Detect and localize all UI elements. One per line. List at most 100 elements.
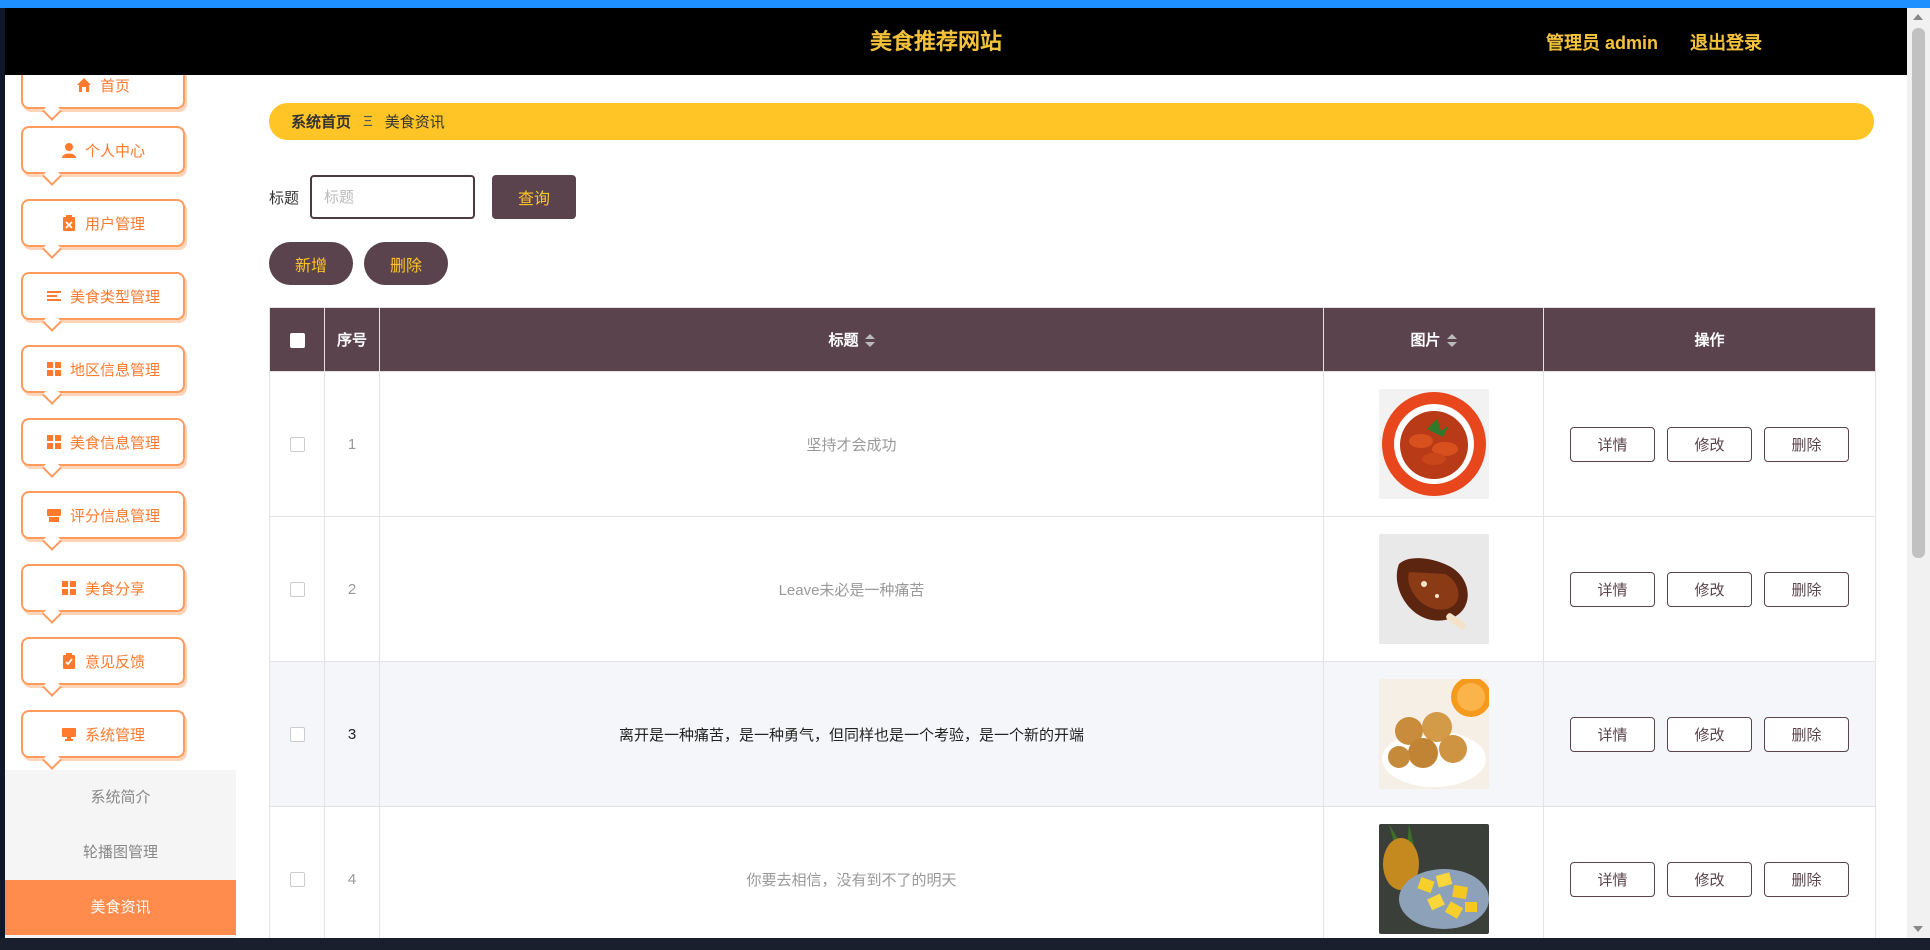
breadcrumb-home[interactable]: 系统首页	[291, 111, 351, 132]
row-image-cell	[1323, 371, 1544, 517]
system-submenu: 系统简介 轮播图管理 美食资讯	[5, 770, 236, 938]
table-row: 1 坚持才会成功 详情 修改 删除	[269, 371, 1876, 517]
row-select-cell	[269, 371, 325, 517]
sidebar-item-food-share[interactable]: 美食分享	[21, 564, 185, 624]
food-image-pineapple	[1378, 824, 1489, 934]
breadcrumb: 系统首页 Ξ 美食资讯	[269, 103, 1874, 140]
sidebar-item-label: 个人中心	[84, 142, 145, 160]
food-image-chicken-leg	[1378, 534, 1489, 644]
sidebar-item-region-management[interactable]: 地区信息管理	[21, 345, 185, 405]
query-button[interactable]: 查询	[492, 175, 576, 219]
row-actions-cell: 详情 修改 删除	[1543, 661, 1876, 807]
header-title-label: 标题	[828, 332, 859, 349]
sidebar-item-label: 美食类型管理	[69, 288, 160, 306]
sidebar-item-label: 首页	[99, 77, 130, 95]
scroll-down-icon[interactable]	[1913, 926, 1923, 932]
menu-tail	[42, 531, 62, 551]
sidebar-item-personal-center[interactable]: 个人中心	[21, 126, 185, 186]
row-select-cell	[269, 661, 325, 807]
delete-button[interactable]: 删除	[1764, 426, 1849, 462]
row-actions-cell: 详情 修改 删除	[1543, 516, 1876, 662]
menu-tail	[42, 750, 62, 770]
sidebar-item-user-management[interactable]: 用户管理	[21, 199, 185, 259]
menu-tail	[42, 604, 62, 624]
row-image-cell	[1323, 516, 1544, 662]
row-actions-cell: 详情 修改 删除	[1543, 806, 1876, 938]
header-title[interactable]: 标题	[379, 307, 1324, 372]
vertical-scrollbar[interactable]	[1907, 8, 1930, 938]
sort-icon[interactable]	[864, 334, 875, 348]
main-content: 系统首页 Ξ 美食资讯 标题 查询 新增 删除 序号 标题 图片	[236, 75, 1907, 938]
delete-button[interactable]: 删除	[1764, 571, 1849, 607]
sidebar-item-label: 地区信息管理	[69, 361, 160, 379]
sidebar-item-system-management[interactable]: 系统管理	[21, 710, 185, 770]
row-checkbox[interactable]	[289, 437, 305, 453]
sidebar-item-feedback[interactable]: 意见反馈	[21, 637, 185, 697]
delete-button[interactable]: 删除	[1764, 861, 1849, 897]
submenu-item-system-intro[interactable]: 系统简介	[5, 770, 236, 825]
sidebar-item-label: 美食分享	[84, 580, 145, 598]
batch-delete-button[interactable]: 删除	[364, 242, 448, 285]
search-input[interactable]	[310, 175, 475, 219]
sidebar-item-label: 系统管理	[84, 726, 145, 744]
user-icon	[61, 143, 76, 158]
logout-link[interactable]: 退出登录	[1690, 29, 1762, 55]
table-row: 4 你要去相信，没有到不了的明天 详情 修改 删除	[269, 806, 1876, 938]
select-all-checkbox[interactable]	[289, 332, 305, 348]
row-checkbox[interactable]	[289, 582, 305, 598]
grid-icon	[46, 435, 61, 449]
grid-icon	[46, 362, 61, 376]
menu-tail	[42, 239, 62, 259]
header-actions: 操作	[1543, 307, 1876, 372]
table-header-row: 序号 标题 图片 操作	[269, 307, 1876, 372]
search-label: 标题	[269, 190, 300, 207]
grid-icon	[61, 581, 76, 595]
delete-button[interactable]: 删除	[1764, 716, 1849, 752]
sort-icon[interactable]	[1446, 334, 1457, 348]
menu-tail	[42, 677, 62, 697]
food-image-fried-balls	[1378, 679, 1489, 789]
food-image-shrimp	[1378, 389, 1489, 499]
header-image-label: 图片	[1410, 332, 1441, 349]
row-title: 坚持才会成功	[379, 371, 1324, 517]
header-index: 序号	[324, 307, 380, 372]
row-title: Leave未必是一种痛苦	[379, 516, 1324, 662]
row-select-cell	[269, 516, 325, 662]
sidebar-item-rating-management[interactable]: 评分信息管理	[21, 491, 185, 551]
sidebar-item-food-info-management[interactable]: 美食信息管理	[21, 418, 185, 478]
submenu-item-food-news[interactable]: 美食资讯	[5, 880, 236, 935]
detail-button[interactable]: 详情	[1570, 571, 1655, 607]
detail-button[interactable]: 详情	[1570, 716, 1655, 752]
menu-tail	[42, 101, 62, 121]
sidebar-item-home[interactable]: 首页	[21, 75, 185, 121]
edit-button[interactable]: 修改	[1667, 716, 1752, 752]
scroll-thumb[interactable]	[1912, 28, 1925, 558]
edit-button[interactable]: 修改	[1667, 861, 1752, 897]
clipboard-x-icon	[62, 215, 75, 231]
detail-button[interactable]: 详情	[1570, 426, 1655, 462]
edit-button[interactable]: 修改	[1667, 426, 1752, 462]
top-header: 美食推荐网站 管理员 admin 退出登录	[5, 8, 1907, 75]
browser-window: 美食推荐网站 管理员 admin 退出登录 首页 个人中心 用户管理 美食类型管…	[5, 8, 1907, 938]
row-checkbox[interactable]	[289, 727, 305, 743]
row-index: 2	[324, 516, 380, 662]
monitor-icon	[61, 728, 76, 741]
menu-tail	[42, 385, 62, 405]
admin-label: 管理员 admin	[1545, 32, 1658, 53]
menu-tail	[42, 458, 62, 478]
news-table: 序号 标题 图片 操作 1 坚持才会成功 详情 修改 删除 2 Leave未必是…	[269, 307, 1876, 938]
clipboard-check-icon	[62, 653, 75, 669]
edit-button[interactable]: 修改	[1667, 571, 1752, 607]
sidebar-item-food-type-management[interactable]: 美食类型管理	[21, 272, 185, 332]
submenu-item-carousel-management[interactable]: 轮播图管理	[5, 825, 236, 880]
window-top-border	[0, 0, 1930, 8]
detail-button[interactable]: 详情	[1570, 861, 1655, 897]
row-index: 1	[324, 371, 380, 517]
row-checkbox[interactable]	[289, 872, 305, 888]
row-index: 4	[324, 806, 380, 938]
header-image[interactable]: 图片	[1323, 307, 1544, 372]
add-button[interactable]: 新增	[269, 242, 353, 285]
scroll-up-icon[interactable]	[1913, 14, 1923, 20]
row-image-cell	[1323, 661, 1544, 807]
row-title: 离开是一种痛苦，是一种勇气，但同样也是一个考验，是一个新的开端	[379, 661, 1324, 807]
